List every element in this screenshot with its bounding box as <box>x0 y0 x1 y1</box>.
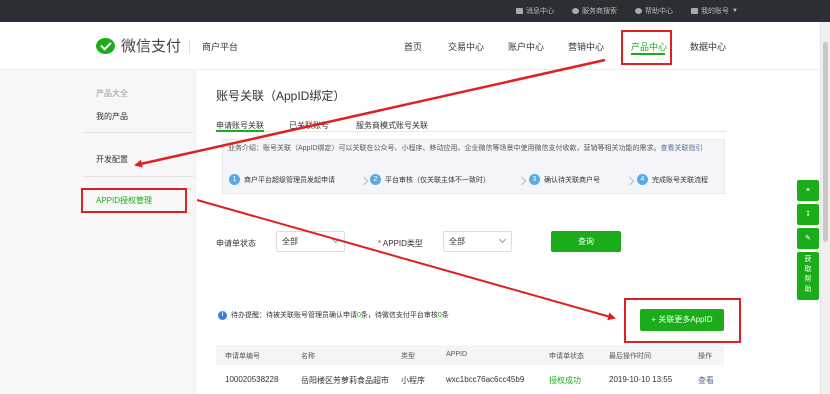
annotation-arrows <box>134 58 616 321</box>
arrow-to-add-appid <box>196 199 616 321</box>
arrow-to-dev-config <box>134 58 606 168</box>
